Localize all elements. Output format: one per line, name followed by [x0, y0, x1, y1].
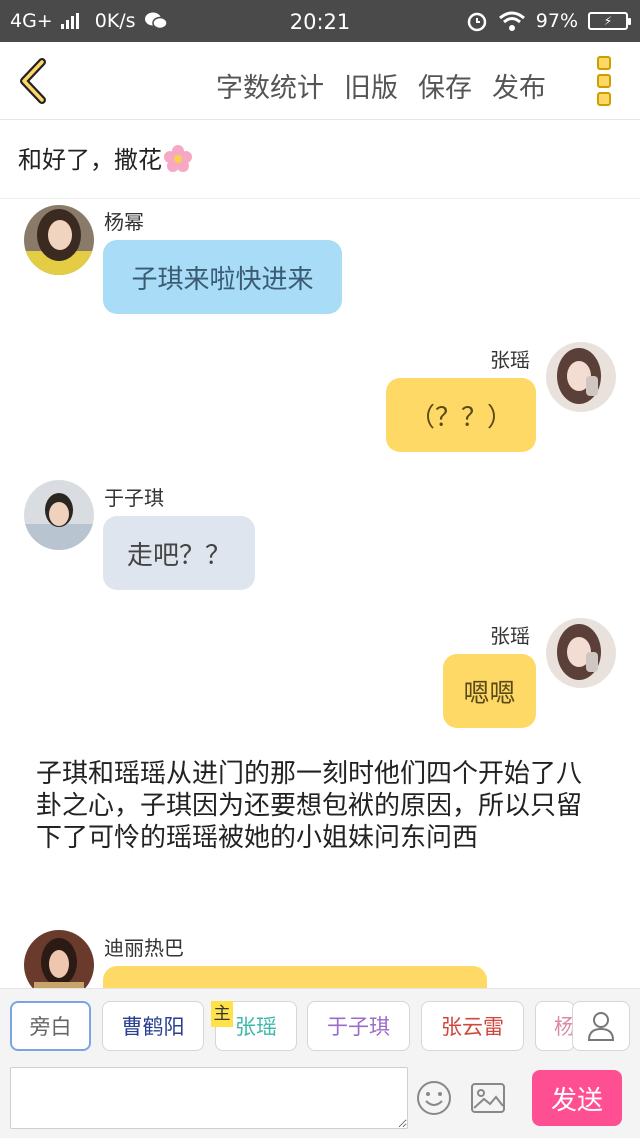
message-text: 嗯嗯	[463, 678, 516, 709]
send-button[interactable]: 发送	[532, 1070, 622, 1126]
speaker-name: 迪丽热巴	[104, 936, 184, 960]
message-text: 走吧？？	[126, 540, 231, 571]
message-bubble[interactable]: 嗯嗯	[443, 654, 536, 728]
main-character-badge: 主	[211, 1001, 233, 1027]
role-chip[interactable]: 于子琪	[307, 1001, 410, 1051]
image-icon[interactable]	[470, 1082, 506, 1114]
editor-toolbar: 字数统计 旧版 保存 发布	[0, 42, 640, 120]
battery-icon: ⚡	[588, 12, 631, 30]
battery-percent: 97%	[535, 10, 578, 32]
speaker-name: 于子琪	[104, 486, 164, 510]
add-role-button[interactable]	[572, 1001, 630, 1051]
avatar[interactable]	[24, 480, 94, 550]
message-bubble[interactable]: 子琪来啦快进来	[103, 240, 342, 314]
message-bubble[interactable]: （？？）	[386, 378, 536, 452]
role-label: 张瑶	[235, 1015, 277, 1039]
word-count-button[interactable]: 字数统计	[216, 66, 324, 105]
emoji-icon[interactable]	[416, 1080, 452, 1116]
avatar[interactable]	[546, 618, 616, 688]
role-chip[interactable]: 曹鹤阳	[102, 1001, 204, 1051]
avatar[interactable]	[24, 205, 94, 275]
more-icon[interactable]	[597, 56, 613, 106]
save-button[interactable]: 保存	[418, 66, 472, 105]
flower-icon	[164, 145, 192, 172]
speaker-name: 张瑶	[490, 348, 530, 372]
chapter-title[interactable]: 和好了，撒花	[0, 121, 640, 199]
message-bubble[interactable]	[103, 966, 487, 988]
role-label: 曹鹤阳	[121, 1015, 185, 1039]
chapter-title-text: 和好了，撒花	[18, 146, 162, 174]
role-label: 旁白	[29, 1015, 72, 1039]
avatar[interactable]	[24, 930, 94, 988]
message-input[interactable]	[10, 1067, 408, 1129]
role-label: 张云雷	[441, 1015, 504, 1039]
role-chip[interactable]: 张云雷	[421, 1001, 524, 1051]
role-selector: 旁白 曹鹤阳 张瑶 主 于子琪 张云雷 杨	[0, 988, 640, 1064]
message-text: （？？）	[408, 402, 513, 433]
wifi-icon	[498, 11, 525, 31]
status-bar: 4G+ 0K/s 20:21 97% ⚡	[0, 0, 640, 42]
speaker-name: 张瑶	[490, 624, 530, 648]
chat-area[interactable]: 杨幂 子琪来啦快进来 张瑶 （？？） 于子琪 走吧？？ 张瑶 嗯嗯 子琪和瑶瑶从…	[0, 200, 640, 988]
role-label: 于子琪	[327, 1015, 390, 1039]
input-bar: 发送	[0, 1064, 640, 1138]
publish-button[interactable]: 发布	[492, 66, 546, 105]
status-right: 97% ⚡	[466, 10, 631, 32]
speaker-name: 杨幂	[104, 210, 144, 234]
toolbar-actions: 字数统计 旧版 保存 发布	[216, 66, 546, 105]
old-version-button[interactable]: 旧版	[344, 66, 398, 105]
message-bubble[interactable]: 走吧？？	[103, 516, 255, 590]
back-icon[interactable]	[16, 58, 56, 104]
role-chip[interactable]: 杨	[535, 1001, 575, 1051]
role-chip-narrator[interactable]: 旁白	[10, 1001, 91, 1051]
narration-text[interactable]: 子琪和瑶瑶从进门的那一刻时他们四个开始了八卦之心，子琪因为还要想包袱的原因，所以…	[36, 758, 606, 854]
alarm-icon	[467, 12, 487, 32]
user-icon	[587, 1012, 615, 1041]
avatar[interactable]	[546, 342, 616, 412]
message-text: 子琪来啦快进来	[131, 264, 314, 295]
